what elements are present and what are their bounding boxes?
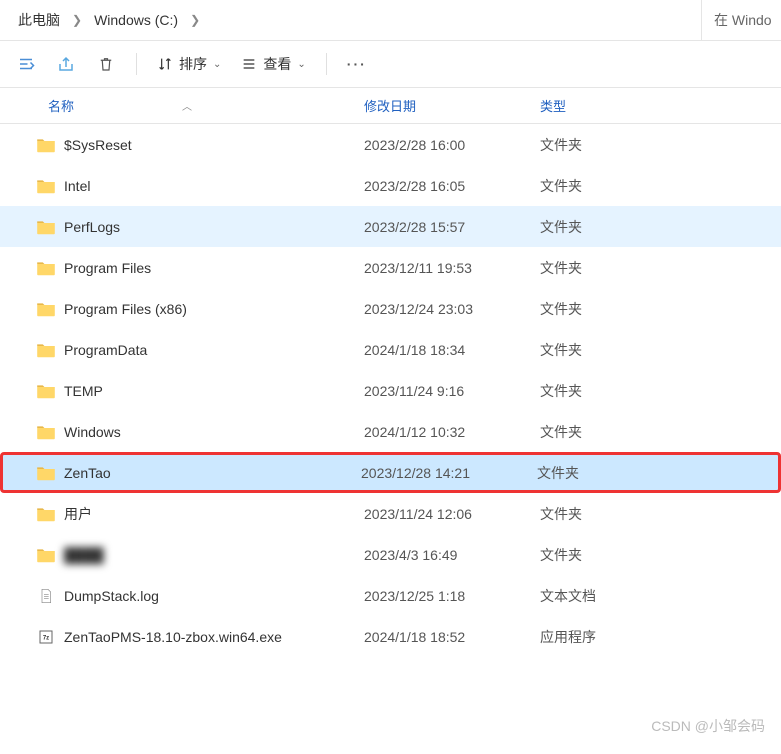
sort-label: 排序 <box>179 54 207 74</box>
file-name: Intel <box>64 178 364 194</box>
file-name: ████ <box>64 547 364 563</box>
chevron-down-icon: ⌄ <box>213 59 221 70</box>
file-name: PerfLogs <box>64 219 364 235</box>
file-type: 文件夹 <box>540 217 660 237</box>
table-row[interactable]: Intel2023/2/28 16:05文件夹 <box>0 165 781 206</box>
table-row[interactable]: ZenTao2023/12/28 14:21文件夹 <box>0 452 781 493</box>
file-date: 2023/2/28 15:57 <box>364 219 540 235</box>
table-row[interactable]: Program Files (x86)2023/12/24 23:03文件夹 <box>0 288 781 329</box>
column-header-name[interactable]: 名称 ︿ <box>48 96 364 115</box>
chevron-right-icon[interactable]: ❯ <box>70 13 84 27</box>
file-date: 2023/12/25 1:18 <box>364 588 540 604</box>
file-date: 2023/2/28 16:05 <box>364 178 540 194</box>
separator <box>326 53 327 75</box>
search-placeholder: 在 Windo <box>714 10 772 30</box>
view-button[interactable]: 查看 ⌄ <box>241 54 305 74</box>
table-row[interactable]: TEMP2023/11/24 9:16文件夹 <box>0 370 781 411</box>
sort-button[interactable]: 排序 ⌄ <box>157 54 221 74</box>
separator <box>136 53 137 75</box>
breadcrumb[interactable]: 此电脑 ❯ Windows (C:) ❯ <box>12 8 769 32</box>
search-input[interactable]: 在 Windo <box>701 0 781 40</box>
column-header-type[interactable]: 类型 <box>540 96 660 115</box>
file-type: 应用程序 <box>540 627 660 647</box>
column-header-date[interactable]: 修改日期 <box>364 96 540 115</box>
file-date: 2023/12/24 23:03 <box>364 301 540 317</box>
file-date: 2023/12/11 19:53 <box>364 260 540 276</box>
file-date: 2023/11/24 12:06 <box>364 506 540 522</box>
sort-indicator-icon: ︿ <box>182 98 192 113</box>
watermark: CSDN @小邹会码 <box>651 716 765 736</box>
file-type: 文件夹 <box>537 463 657 483</box>
chevron-down-icon: ⌄ <box>297 59 305 70</box>
svg-text:7z: 7z <box>43 635 49 641</box>
file-date: 2023/12/28 14:21 <box>361 465 537 481</box>
file-name: ZenTao <box>64 465 361 481</box>
file-name: Windows <box>64 424 364 440</box>
view-label: 查看 <box>263 54 291 74</box>
file-type: 文件夹 <box>540 545 660 565</box>
file-type: 文件夹 <box>540 258 660 278</box>
file-name: DumpStack.log <box>64 588 364 604</box>
table-row[interactable]: $SysReset2023/2/28 16:00文件夹 <box>0 124 781 165</box>
chevron-right-icon[interactable]: ❯ <box>188 13 202 27</box>
file-type: 文件夹 <box>540 299 660 319</box>
file-date: 2023/4/3 16:49 <box>364 547 540 563</box>
table-row[interactable]: ████2023/4/3 16:49文件夹 <box>0 534 781 575</box>
address-bar[interactable]: 此电脑 ❯ Windows (C:) ❯ 在 Windo <box>0 0 781 41</box>
file-type: 文件夹 <box>540 422 660 442</box>
breadcrumb-root[interactable]: 此电脑 <box>12 8 66 32</box>
file-date: 2023/11/24 9:16 <box>364 383 540 399</box>
delete-icon[interactable] <box>96 54 116 74</box>
file-type: 文件夹 <box>540 176 660 196</box>
breadcrumb-drive[interactable]: Windows (C:) <box>88 10 184 30</box>
file-name: ZenTaoPMS-18.10-zbox.win64.exe <box>64 629 364 645</box>
file-list: $SysReset2023/2/28 16:00文件夹Intel2023/2/2… <box>0 124 781 657</box>
file-type: 文件夹 <box>540 504 660 524</box>
table-row[interactable]: Windows2024/1/12 10:32文件夹 <box>0 411 781 452</box>
table-row[interactable]: Program Files2023/12/11 19:53文件夹 <box>0 247 781 288</box>
file-name: 用户 <box>64 504 364 524</box>
file-date: 2024/1/12 10:32 <box>364 424 540 440</box>
file-name: Program Files <box>64 260 364 276</box>
file-date: 2024/1/18 18:34 <box>364 342 540 358</box>
file-name: ProgramData <box>64 342 364 358</box>
table-row[interactable]: ProgramData2024/1/18 18:34文件夹 <box>0 329 781 370</box>
table-row[interactable]: 7z ZenTaoPMS-18.10-zbox.win64.exe2024/1/1… <box>0 616 781 657</box>
file-type: 文本文档 <box>540 586 660 606</box>
file-type: 文件夹 <box>540 135 660 155</box>
file-type: 文件夹 <box>540 340 660 360</box>
column-headers: 名称 ︿ 修改日期 类型 <box>0 88 781 124</box>
share-icon[interactable] <box>56 54 76 74</box>
file-name: Program Files (x86) <box>64 301 364 317</box>
toolbar: 排序 ⌄ 查看 ⌄ ··· <box>0 41 781 88</box>
table-row[interactable]: PerfLogs2023/2/28 15:57文件夹 <box>0 206 781 247</box>
rename-icon[interactable] <box>16 54 36 74</box>
file-type: 文件夹 <box>540 381 660 401</box>
file-name: $SysReset <box>64 137 364 153</box>
more-icon[interactable]: ··· <box>347 54 367 74</box>
file-date: 2023/2/28 16:00 <box>364 137 540 153</box>
table-row[interactable]: DumpStack.log2023/12/25 1:18文本文档 <box>0 575 781 616</box>
table-row[interactable]: 用户2023/11/24 12:06文件夹 <box>0 493 781 534</box>
file-date: 2024/1/18 18:52 <box>364 629 540 645</box>
file-name: TEMP <box>64 383 364 399</box>
